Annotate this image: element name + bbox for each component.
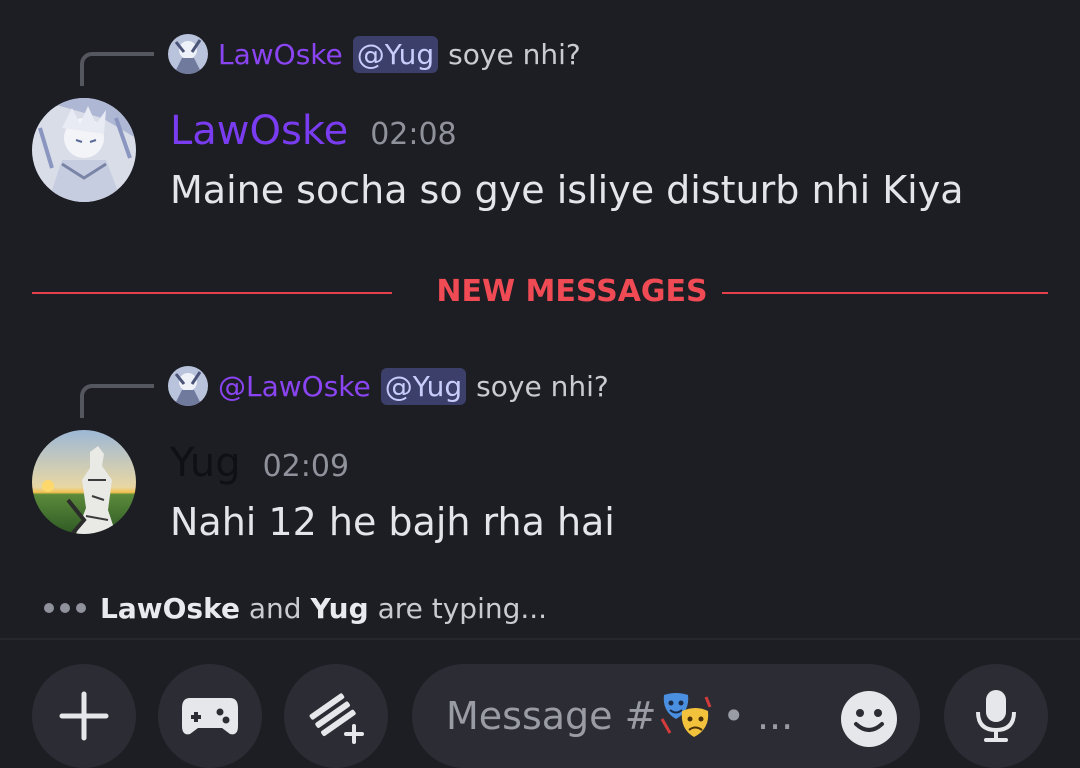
reply-preview-2[interactable]: @LawOske @Yug soye nhi? xyxy=(80,364,609,418)
typing-suffix: are typing... xyxy=(377,591,548,625)
typing-indicator: LawOske and Yug are typing... xyxy=(44,588,547,628)
reply-spine xyxy=(80,384,154,418)
typing-conj: and xyxy=(248,591,302,625)
plus-icon xyxy=(59,691,109,741)
reply-author[interactable]: LawOske xyxy=(218,38,343,71)
message-header-2: Yug 02:09 xyxy=(170,440,349,486)
typing-dots-icon xyxy=(44,603,86,613)
divider-line-left xyxy=(32,292,392,294)
divider-label: NEW MESSAGES xyxy=(422,274,722,309)
reply-text: soye nhi? xyxy=(476,369,609,403)
reply-avatar xyxy=(168,34,208,74)
typing-user-2: Yug xyxy=(310,591,369,625)
microphone-icon xyxy=(976,690,1016,742)
typing-user-1: LawOske xyxy=(100,591,240,625)
apps-button[interactable] xyxy=(284,664,388,768)
avatar-lawoske[interactable] xyxy=(32,98,136,202)
avatar-yug[interactable] xyxy=(32,430,136,534)
divider-line-right xyxy=(688,292,1048,294)
message-header-1: LawOske 02:08 xyxy=(170,108,457,154)
message-placeholder: Message # xyxy=(446,694,657,738)
emoji-button[interactable] xyxy=(840,690,898,748)
reply-mention[interactable]: @Yug xyxy=(380,367,467,405)
message-timestamp: 02:08 xyxy=(370,117,457,152)
author-name[interactable]: LawOske xyxy=(170,108,348,154)
message-timestamp: 02:09 xyxy=(262,449,350,484)
reply-author[interactable]: @LawOske xyxy=(218,370,371,403)
reply-spine xyxy=(80,52,154,86)
reply-avatar xyxy=(168,366,208,406)
message-text: Nahi 12 he bajh rha hai xyxy=(170,500,615,544)
reply-text: soye nhi? xyxy=(448,37,581,71)
reply-preview-1[interactable]: LawOske @Yug soye nhi? xyxy=(80,32,581,86)
voice-message-button[interactable] xyxy=(944,664,1048,768)
add-attachment-button[interactable] xyxy=(32,664,136,768)
performing-arts-icon xyxy=(661,693,712,737)
gamepad-icon xyxy=(182,698,238,735)
reply-mention[interactable]: @Yug xyxy=(352,35,439,73)
author-name[interactable]: Yug xyxy=(170,440,241,486)
message-text: Maine socha so gye isliye disturb nhi Ki… xyxy=(170,168,964,212)
activities-button[interactable] xyxy=(158,664,262,768)
channel-suffix: • ... xyxy=(722,694,794,738)
smiley-icon xyxy=(841,691,897,747)
composer-bar: Message # • ... xyxy=(0,638,1080,768)
apps-sparkle-icon xyxy=(309,693,364,744)
